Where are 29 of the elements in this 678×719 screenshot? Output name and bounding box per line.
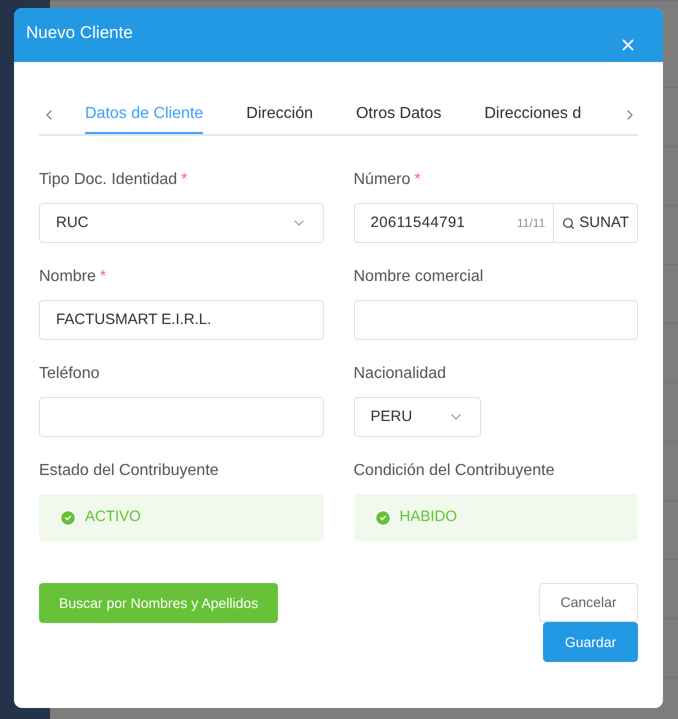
sunat-button[interactable]: SUNAT — [554, 203, 638, 243]
cancel-button[interactable]: Cancelar — [539, 583, 638, 622]
field-label: Nacionalidad — [354, 364, 446, 384]
tab[interactable]: Dirección — [246, 96, 313, 134]
text-field[interactable] — [39, 397, 324, 437]
field-label: Tipo Doc. Identidad — [39, 170, 178, 190]
status-banner: HABIDO — [354, 494, 638, 541]
required-asterisk: * — [181, 170, 188, 190]
tab[interactable]: Direcciones d — [484, 96, 582, 134]
check-circle-icon — [59, 508, 77, 526]
field-label: Nombre — [39, 267, 96, 287]
text-field[interactable]: FACTUSMART E.I.R.L. — [39, 300, 324, 340]
required-asterisk: * — [414, 170, 421, 190]
search-icon — [562, 216, 576, 230]
field-label: Número — [354, 170, 410, 190]
character-counter: 11/11 — [517, 215, 546, 232]
required-asterisk: * — [100, 267, 106, 287]
field-label: Condición del Contribuyente — [354, 461, 555, 481]
field-label: Nombre comercial — [354, 267, 484, 287]
select-field[interactable]: PERU — [354, 397, 480, 437]
number-field[interactable]: 20611544791 11/11 — [354, 203, 554, 243]
field-label: Estado del Contribuyente — [39, 461, 219, 481]
select-field[interactable]: RUC — [39, 203, 324, 243]
status-banner: ACTIVO — [39, 494, 324, 541]
text-field[interactable] — [354, 300, 638, 340]
check-circle-icon — [374, 508, 392, 526]
field-label: Teléfono — [39, 364, 100, 384]
dialog-title: Nuevo Cliente — [26, 22, 133, 44]
tab[interactable]: Otros Datos — [356, 96, 442, 134]
